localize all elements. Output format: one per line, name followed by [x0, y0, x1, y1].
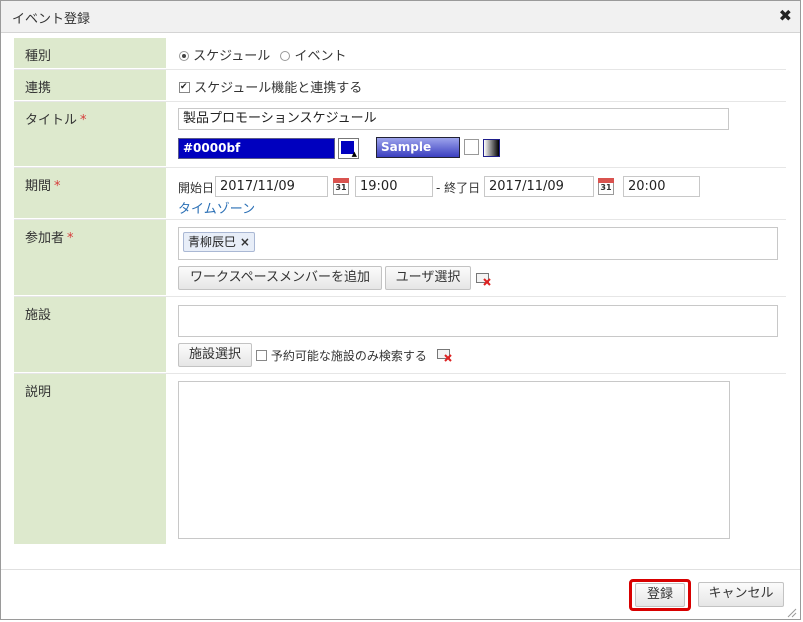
required-mark: *	[54, 179, 61, 194]
register-button[interactable]: 登録	[635, 583, 685, 607]
resize-grip-icon[interactable]	[787, 608, 797, 618]
gradient-color-swatch[interactable]	[483, 139, 500, 157]
type-label: 種別	[14, 38, 166, 68]
dialog-title: イベント登録	[12, 12, 91, 27]
participant-tag: 青柳辰巳 ×	[183, 232, 255, 252]
calendar-day: 31	[335, 183, 347, 192]
radio-schedule[interactable]	[179, 51, 189, 61]
row-title: タイトル * 製品プロモーションスケジュール #0000bf ▲ Sample	[14, 102, 786, 167]
color-picker-button[interactable]: ▲	[338, 138, 359, 159]
cancel-button[interactable]: キャンセル	[698, 582, 784, 607]
add-workspace-members-button[interactable]: ワークスペースメンバーを追加	[178, 266, 382, 290]
type-label-text: 種別	[25, 49, 52, 64]
row-link: 連携 スケジュール機能と連携する	[14, 70, 786, 101]
available-facility-checkbox[interactable]	[256, 350, 267, 361]
row-type: 種別 スケジュール イベント	[14, 38, 786, 69]
remove-tag-icon[interactable]: ×	[240, 235, 250, 249]
timezone-link[interactable]: タイムゾーン	[178, 198, 255, 217]
description-label: 説明	[14, 374, 166, 544]
description-label-text: 説明	[25, 385, 52, 400]
participants-label: 参加者 *	[14, 220, 166, 295]
facility-select-button[interactable]: 施設選択	[178, 343, 252, 367]
title-label-text: タイトル	[25, 113, 78, 128]
title-label: タイトル *	[14, 102, 166, 166]
description-value	[167, 374, 786, 544]
clear-participants-icon[interactable]	[476, 273, 492, 287]
clear-facility-icon[interactable]	[437, 349, 453, 363]
start-time-input[interactable]: 19:00	[355, 176, 433, 197]
link-schedule-checkbox-label[interactable]: スケジュール機能と連携する	[194, 81, 362, 96]
event-register-dialog: イベント登録 ✖ 種別 スケジュール イベント 連携 スケジュール機能と連携する…	[0, 0, 801, 620]
link-label-text: 連携	[25, 81, 52, 96]
available-facility-checkbox-label[interactable]: 予約可能な施設のみ検索する	[271, 349, 427, 363]
end-calendar-icon[interactable]: 31	[598, 178, 614, 195]
dialog-footer: 登録 キャンセル	[1, 569, 800, 621]
period-label-text: 期間	[25, 179, 52, 194]
participant-tag-name: 青柳辰巳	[188, 235, 237, 249]
dialog-titlebar: イベント登録 ✖	[1, 1, 800, 33]
facility-field[interactable]	[178, 305, 778, 337]
facility-label: 施設	[14, 297, 166, 372]
title-value: 製品プロモーションスケジュール #0000bf ▲ Sample	[167, 102, 786, 166]
start-date-label: 開始日	[178, 181, 215, 195]
radio-schedule-label[interactable]: スケジュール	[193, 49, 270, 64]
facility-value: 施設選択 予約可能な施設のみ検索する	[167, 297, 786, 372]
row-facility: 施設 施設選択 予約可能な施設のみ検索する	[14, 297, 786, 373]
required-mark: *	[80, 113, 87, 128]
row-description: 説明	[14, 374, 786, 545]
period-value: 開始日 2017/11/09 31 19:00 - 終了日 2017/11/09…	[167, 168, 786, 218]
end-date-label: - 終了日	[436, 181, 481, 195]
link-schedule-checkbox[interactable]	[179, 82, 190, 93]
description-textarea[interactable]	[178, 381, 730, 539]
dropdown-arrow-icon: ▲	[351, 150, 357, 158]
white-color-swatch[interactable]	[464, 139, 479, 155]
select-user-button[interactable]: ユーザ選択	[385, 266, 471, 290]
end-date-input[interactable]: 2017/11/09	[484, 176, 594, 197]
required-mark: *	[67, 231, 74, 246]
participants-value: 青柳辰巳 × ワークスペースメンバーを追加 ユーザ選択	[167, 220, 786, 295]
participants-label-text: 参加者	[25, 231, 65, 246]
row-participants: 参加者 * 青柳辰巳 × ワークスペースメンバーを追加 ユーザ選択	[14, 220, 786, 296]
row-period: 期間 * 開始日 2017/11/09 31 19:00 - 終了日 2017/1…	[14, 168, 786, 219]
color-value-field[interactable]: #0000bf	[178, 138, 335, 159]
close-icon[interactable]: ✖	[779, 6, 792, 26]
type-value: スケジュール イベント	[167, 38, 786, 68]
start-calendar-icon[interactable]: 31	[333, 178, 349, 195]
end-time-input[interactable]: 20:00	[623, 176, 700, 197]
calendar-day: 31	[600, 183, 612, 192]
link-value: スケジュール機能と連携する	[167, 70, 786, 100]
title-input[interactable]: 製品プロモーションスケジュール	[178, 108, 729, 130]
start-date-input[interactable]: 2017/11/09	[215, 176, 328, 197]
radio-event-label[interactable]: イベント	[295, 49, 347, 64]
facility-label-text: 施設	[25, 308, 52, 323]
participants-field[interactable]: 青柳辰巳 ×	[178, 227, 778, 260]
color-sample: Sample	[376, 137, 460, 158]
period-label: 期間 *	[14, 168, 166, 218]
radio-event[interactable]	[280, 51, 291, 61]
link-label: 連携	[14, 70, 166, 100]
